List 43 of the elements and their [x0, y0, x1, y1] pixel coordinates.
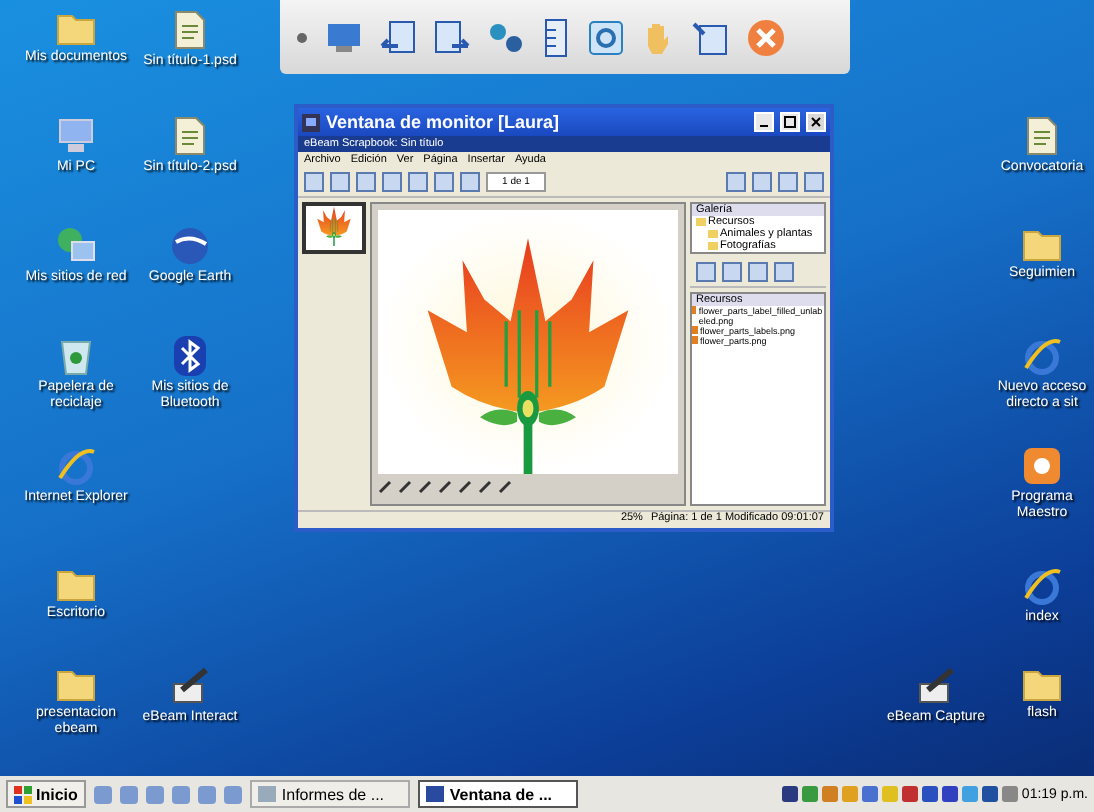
taskbar-button[interactable]: Informes de ...	[249, 780, 410, 808]
document-icon	[1022, 116, 1062, 156]
browser-icon	[1022, 336, 1062, 376]
window-icon	[425, 786, 444, 802]
folder-icon	[56, 10, 96, 46]
folder-icon	[56, 566, 96, 602]
app-icon	[1022, 446, 1062, 486]
monitor-icon[interactable]	[326, 21, 362, 53]
browser-icon	[56, 446, 96, 486]
close-icon	[810, 116, 822, 128]
computer-icon	[56, 116, 96, 156]
file-icon	[692, 306, 697, 314]
minimize-button[interactable]	[754, 112, 774, 132]
page-arrow-icon[interactable]	[434, 19, 470, 55]
windows-logo-icon	[14, 785, 32, 803]
ruler-icon[interactable]	[542, 17, 570, 57]
bluetooth-icon	[174, 336, 206, 376]
start-button[interactable]: Inicio	[6, 780, 86, 808]
close-icon[interactable]	[746, 17, 786, 57]
folder-icon	[1022, 226, 1062, 262]
close-button[interactable]	[806, 112, 826, 132]
page-thumbnail[interactable]	[302, 202, 366, 254]
flower-drawing	[314, 206, 354, 246]
window-icon	[257, 786, 276, 802]
maximize-button[interactable]	[780, 112, 800, 132]
maximize-icon	[784, 116, 796, 128]
pen-icon	[916, 666, 956, 706]
recycle-bin-icon	[58, 336, 94, 376]
browser-icon	[1022, 566, 1062, 606]
dot-icon[interactable]	[296, 31, 308, 43]
refresh-icon[interactable]	[588, 19, 624, 55]
folder-icon	[1022, 666, 1062, 702]
window-title: Ventana de monitor [Laura]	[326, 112, 562, 132]
folder-icon	[56, 666, 96, 702]
network-icon	[56, 226, 96, 266]
document-icon	[170, 116, 210, 156]
pages-icon[interactable]	[692, 19, 728, 55]
document-icon	[170, 10, 210, 50]
taskbar-button[interactable]: Ventana de ...	[417, 780, 578, 808]
pen-icon	[170, 666, 210, 706]
globe-icon	[170, 226, 210, 266]
page-arrow-icon[interactable]	[380, 19, 416, 55]
app-icon	[302, 113, 320, 131]
